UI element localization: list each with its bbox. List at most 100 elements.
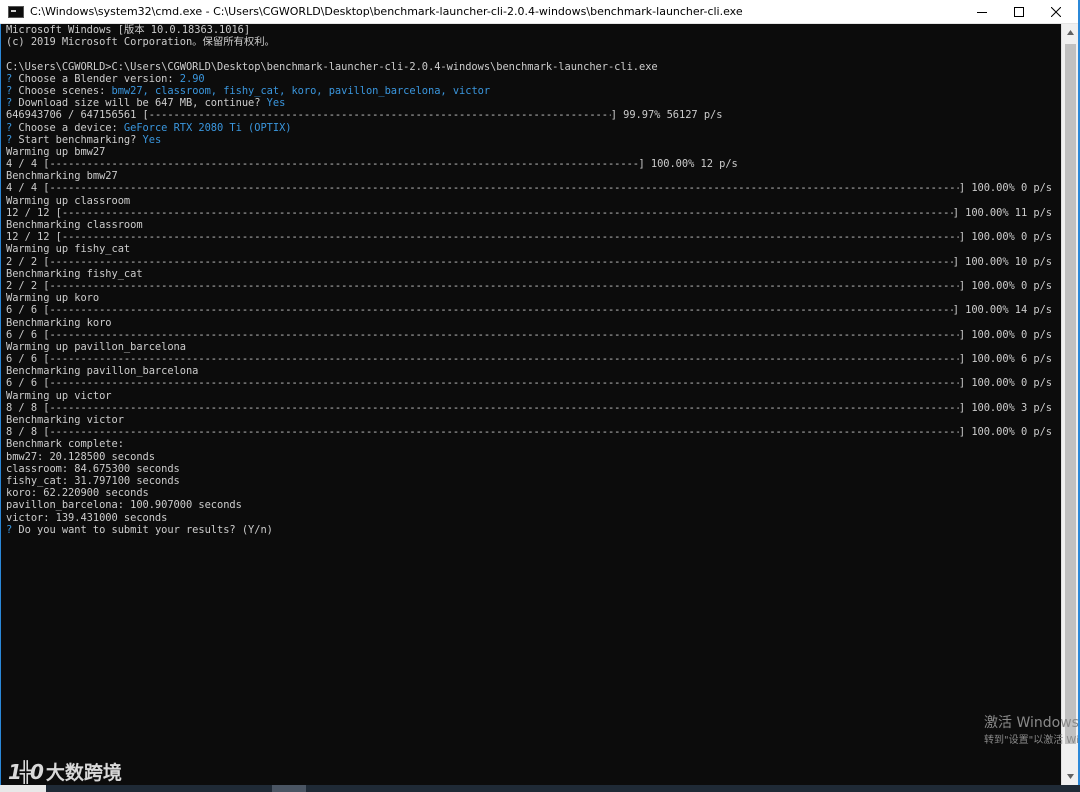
activate-windows-watermark: 激活 Windows 转到"设置"以激活 Windows。 (984, 714, 1078, 748)
progress-fill: ----------------------------------------… (61, 231, 959, 244)
run-progress-bar: 2 / 2 [---------------------------------… (6, 256, 1061, 268)
prompt-text: Choose a device: (12, 121, 124, 134)
progress-status: ] 100.00% 0 p/s (958, 377, 1052, 390)
progress-count: 6 / 6 [ (6, 304, 50, 317)
run-label: Warming up classroom (6, 194, 131, 207)
progress-status: ] 100.00% 0 p/s (958, 231, 1052, 244)
prompt-text: Choose a Blender version: (12, 72, 180, 85)
progress-status: ] 100.00% 12 p/s (638, 158, 738, 171)
prompt-answer: Yes (142, 133, 162, 146)
run-progress-bar: 6 / 6 [---------------------------------… (6, 329, 1061, 341)
progress-status: ] 100.00% 0 p/s (958, 426, 1052, 439)
run-label: Benchmarking classroom (6, 219, 143, 231)
taskbar-start-area[interactable] (0, 785, 46, 792)
prompt-answer: GeForce RTX 2080 Ti (OPTIX) (123, 121, 292, 134)
progress-status: ] 100.00% 0 p/s (958, 279, 1052, 292)
chevron-down-icon (1067, 774, 1074, 779)
progress-fill: ----------------------------------------… (61, 206, 953, 219)
progress-count: 6 / 6 [ (6, 353, 50, 366)
close-button[interactable] (1037, 0, 1074, 24)
prompt-scenes: ? Choose scenes: bmw27, classroom, fishy… (6, 85, 1061, 97)
scroll-up-arrow[interactable] (1062, 24, 1079, 41)
run-progress-bar: 6 / 6 [---------------------------------… (6, 353, 1061, 365)
progress-fill: ----------------------------------------… (49, 377, 958, 390)
result-line: classroom: 84.675300 seconds (6, 462, 180, 475)
complete-label: Benchmark complete: (6, 438, 124, 451)
console-line: Microsoft Windows [版本 10.0.18363.1016] (6, 24, 251, 36)
progress-count: 8 / 8 [ (6, 401, 50, 414)
brand-text: 大数跨境 (45, 762, 122, 784)
result-line: fishy_cat: 31.797100 seconds (6, 474, 180, 487)
download-progress-bar: 646943706 / 647156561 [ ----------------… (6, 109, 1061, 121)
progress-count: 12 / 12 [ (6, 231, 62, 244)
prompt-device: ? Choose a device: GeForce RTX 2080 Ti (… (6, 122, 1061, 134)
prompt-submit[interactable]: ? Do you want to submit your results? (Y… (6, 524, 1061, 536)
run-progress-bar: 12 / 12 [-------------------------------… (6, 207, 1061, 219)
activate-subtitle: 转到"设置"以激活 Windows。 (984, 735, 1078, 746)
minimize-button[interactable] (963, 0, 1000, 24)
run-label: Benchmarking pavillon_barcelona (6, 365, 199, 378)
prompt-answer: 2.90 (179, 72, 205, 85)
progress-status: ] 99.97% 56127 p/s (610, 109, 723, 122)
run-label: Warming up bmw27 (6, 145, 106, 158)
run-progress-bar: 4 / 4 [ --------------------------------… (6, 158, 1061, 170)
progress-count: 8 / 8 [ (6, 426, 50, 439)
progress-count: 646943706 / 647156561 [ (6, 109, 149, 122)
run-progress-bar: 6 / 6 [---------------------------------… (6, 377, 1061, 389)
console-line: (c) 2019 Microsoft Corporation。保留所有权利。 (6, 36, 275, 49)
console-output[interactable]: Microsoft Windows [版本 10.0.18363.1016] (… (0, 24, 1061, 785)
result-line: bmw27: 20.128500 seconds (6, 450, 155, 463)
progress-status: ] 100.00% 3 p/s (958, 401, 1052, 414)
progress-fill: ----------------------------------------… (49, 401, 958, 414)
progress-count: 4 / 4 [ (6, 182, 50, 195)
progress-fill: ----------------------------------------… (49, 255, 952, 268)
progress-fill: ----------------------------------------… (49, 304, 952, 317)
command-line: C:\Users\CGWORLD>C:\Users\CGWORLD\Deskto… (6, 60, 658, 73)
brand-watermark: 1╬0 大数跨境 (8, 758, 122, 785)
run-label: Benchmarking fishy_cat (6, 267, 143, 280)
prompt-text: Choose scenes: (12, 84, 112, 97)
progress-status: ] 100.00% 10 p/s (952, 255, 1052, 268)
progress-status: ] 100.00% 6 p/s (958, 353, 1052, 366)
run-progress-bar: 8 / 8 [---------------------------------… (6, 402, 1061, 414)
prompt-answer: Yes (266, 97, 286, 110)
progress-status: ] 100.00% 0 p/s (958, 328, 1052, 341)
progress-fill: ----------------------------------------… (49, 182, 958, 195)
run-label: Benchmarking koro (6, 316, 112, 329)
progress-fill: ----------------------------------------… (49, 328, 958, 341)
progress-count: 4 / 4 [ (6, 158, 50, 171)
prompt-download: ? Download size will be 647 MB, continue… (6, 97, 1061, 109)
progress-fill: ----------------------------------------… (49, 353, 958, 366)
prompt-text: Download size will be 647 MB, continue? (12, 97, 267, 110)
run-progress-bar: 2 / 2 [---------------------------------… (6, 280, 1061, 292)
run-progress-bar: 8 / 8 [---------------------------------… (6, 426, 1061, 438)
progress-status: ] 100.00% 11 p/s (952, 206, 1052, 219)
progress-count: 2 / 2 [ (6, 255, 50, 268)
run-label: Warming up victor (6, 389, 112, 402)
chevron-up-icon (1067, 30, 1074, 35)
taskbar-item[interactable] (272, 785, 306, 792)
maximize-button[interactable] (1000, 0, 1037, 24)
result-line: koro: 62.220900 seconds (6, 487, 149, 500)
progress-count: 6 / 6 [ (6, 377, 50, 390)
prompt-answer: bmw27, classroom, fishy_cat, koro, pavil… (111, 84, 491, 97)
cmd-window: C:\Windows\system32\cmd.exe - C:\Users\C… (0, 0, 1080, 792)
result-line: victor: 139.431000 seconds (6, 511, 168, 524)
vertical-scrollbar[interactable] (1061, 24, 1078, 785)
prompt-text: Do you want to submit your results? (Y/n… (12, 523, 273, 536)
run-label: Warming up koro (6, 292, 100, 305)
scroll-down-arrow[interactable] (1062, 768, 1079, 785)
cmd-app-icon (8, 5, 24, 18)
title-bar[interactable]: C:\Windows\system32\cmd.exe - C:\Users\C… (0, 0, 1080, 24)
run-label: Benchmarking bmw27 (6, 170, 118, 183)
scroll-thumb[interactable] (1065, 44, 1076, 744)
brand-logo: 1╬0 (8, 759, 44, 784)
maximize-icon (1013, 6, 1024, 17)
minimize-icon (976, 11, 987, 13)
prompt-blender-version: ? Choose a Blender version: 2.90 (6, 73, 1061, 85)
window-title: C:\Windows\system32\cmd.exe - C:\Users\C… (30, 5, 743, 18)
progress-fill: ----------------------------------------… (148, 109, 611, 122)
run-label: Benchmarking victor (6, 414, 124, 426)
run-progress-bar: 6 / 6 [---------------------------------… (6, 304, 1061, 316)
